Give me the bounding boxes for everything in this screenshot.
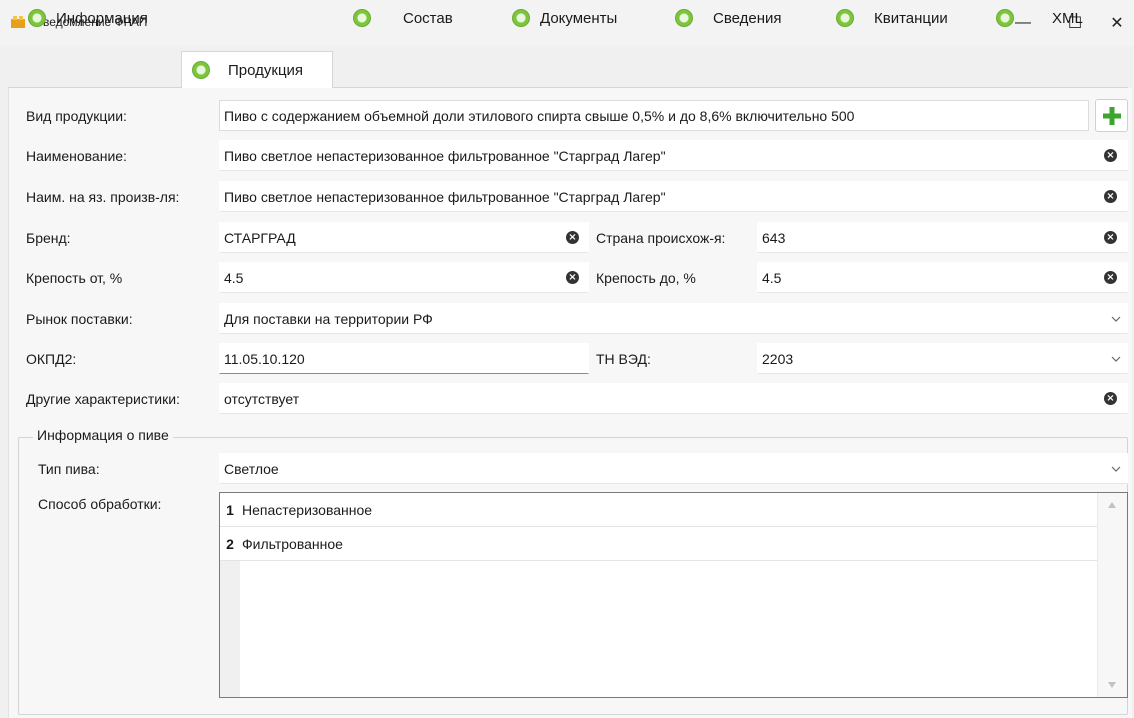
row-number: 2	[220, 535, 240, 552]
strength-from-value: 4.5	[224, 269, 244, 286]
other-field[interactable]: отсутствует	[219, 383, 1128, 414]
other-value: отсутствует	[224, 390, 300, 407]
status-dot-icon	[353, 9, 371, 27]
tab-products[interactable]: Продукция	[181, 51, 333, 88]
brand-field[interactable]: СТАРГРАД	[219, 222, 589, 253]
tab-label: Информация	[56, 9, 148, 27]
tab-information[interactable]: Информация	[18, 0, 170, 36]
tab-label: Документы	[540, 9, 618, 27]
chevron-down-icon[interactable]	[1111, 464, 1121, 474]
tab-xml[interactable]: XML	[986, 0, 1126, 36]
row-text: Непастеризованное	[242, 501, 373, 518]
okpd2-label: ОКПД2:	[26, 351, 77, 367]
status-dot-icon	[675, 9, 693, 27]
list-item[interactable]: 2 Фильтрованное	[220, 527, 1098, 561]
country-field[interactable]: 643	[757, 222, 1128, 253]
status-dot-icon	[192, 61, 210, 79]
list-scrollbar[interactable]	[1097, 493, 1127, 697]
status-dot-icon	[996, 9, 1014, 27]
tab-label: Продукция	[228, 61, 304, 79]
clear-icon[interactable]: ×	[566, 271, 579, 284]
name-producer-lang-label: Наим. на яз. произв-ля:	[26, 189, 180, 205]
strength-to-label: Крепость до, %	[596, 270, 696, 286]
tab-label: Квитанции	[874, 9, 948, 27]
product-type-label: Вид продукции:	[26, 108, 127, 124]
clear-icon[interactable]: ×	[1104, 190, 1117, 203]
clear-icon[interactable]: ×	[1104, 231, 1117, 244]
okpd2-field[interactable]: 11.05.10.120	[219, 343, 589, 374]
brand-label: Бренд:	[26, 230, 71, 246]
product-type-value: Пиво с содержанием объемной доли этилово…	[224, 107, 855, 124]
clear-icon[interactable]: ×	[1104, 149, 1117, 162]
tab-label: XML	[1052, 9, 1083, 27]
clear-icon[interactable]: ×	[1104, 392, 1117, 405]
country-label: Страна происхож-я:	[596, 230, 726, 246]
beer-type-value: Светлое	[224, 460, 279, 477]
clear-icon[interactable]: ×	[566, 231, 579, 244]
name-producer-lang-field[interactable]: Пиво светлое непастеризованное фильтрова…	[219, 181, 1128, 212]
beer-info-title: Информация о пиве	[33, 427, 173, 443]
tab-composition[interactable]: Состав	[343, 0, 493, 36]
strength-from-field[interactable]: 4.5	[219, 262, 589, 293]
tab-label: Состав	[403, 9, 453, 27]
strength-from-label: Крепость от, %	[26, 270, 123, 286]
product-type-field[interactable]: Пиво с содержанием объемной доли этилово…	[219, 100, 1089, 131]
chevron-down-icon[interactable]	[1111, 354, 1121, 364]
market-dropdown[interactable]: Для поставки на территории РФ	[219, 303, 1128, 334]
row-number: 1	[220, 501, 240, 518]
name-field[interactable]: Пиво светлое непастеризованное фильтрова…	[219, 140, 1128, 171]
clear-icon[interactable]: ×	[1104, 271, 1117, 284]
tnved-dropdown[interactable]: 2203	[757, 343, 1128, 374]
status-dot-icon	[28, 9, 46, 27]
list-item[interactable]: 1 Непастеризованное	[220, 493, 1098, 527]
processing-label: Способ обработки:	[38, 496, 162, 512]
beer-type-label: Тип пива:	[38, 461, 100, 477]
add-product-type-button[interactable]	[1095, 99, 1128, 132]
tab-documents[interactable]: Документы	[502, 0, 657, 36]
tab-receipts[interactable]: Квитанции	[826, 0, 981, 36]
beer-type-dropdown[interactable]: Светлое	[219, 453, 1128, 484]
strength-to-field[interactable]: 4.5	[757, 262, 1128, 293]
other-label: Другие характеристики:	[26, 391, 180, 407]
tab-bar	[8, 52, 1128, 88]
scroll-up-icon[interactable]	[1107, 501, 1117, 509]
brand-value: СТАРГРАД	[224, 229, 296, 246]
country-value: 643	[762, 229, 786, 246]
name-label: Наименование:	[26, 148, 127, 164]
tnved-label: ТН ВЭД:	[596, 351, 651, 367]
tab-label: Сведения	[713, 9, 782, 27]
market-value: Для поставки на территории РФ	[224, 310, 433, 327]
status-dot-icon	[512, 9, 530, 27]
plus-icon	[1102, 106, 1121, 125]
tnved-value: 2203	[762, 350, 794, 367]
name-value: Пиво светлое непастеризованное фильтрова…	[224, 147, 666, 164]
chevron-down-icon[interactable]	[1111, 314, 1121, 324]
name-producer-lang-value: Пиво светлое непастеризованное фильтрова…	[224, 188, 666, 205]
row-text: Фильтрованное	[242, 535, 343, 552]
okpd2-value: 11.05.10.120	[224, 350, 305, 367]
strength-to-value: 4.5	[762, 269, 782, 286]
status-dot-icon	[836, 9, 854, 27]
scroll-down-icon[interactable]	[1107, 681, 1117, 689]
market-label: Рынок поставки:	[26, 311, 133, 327]
tab-details[interactable]: Сведения	[665, 0, 820, 36]
